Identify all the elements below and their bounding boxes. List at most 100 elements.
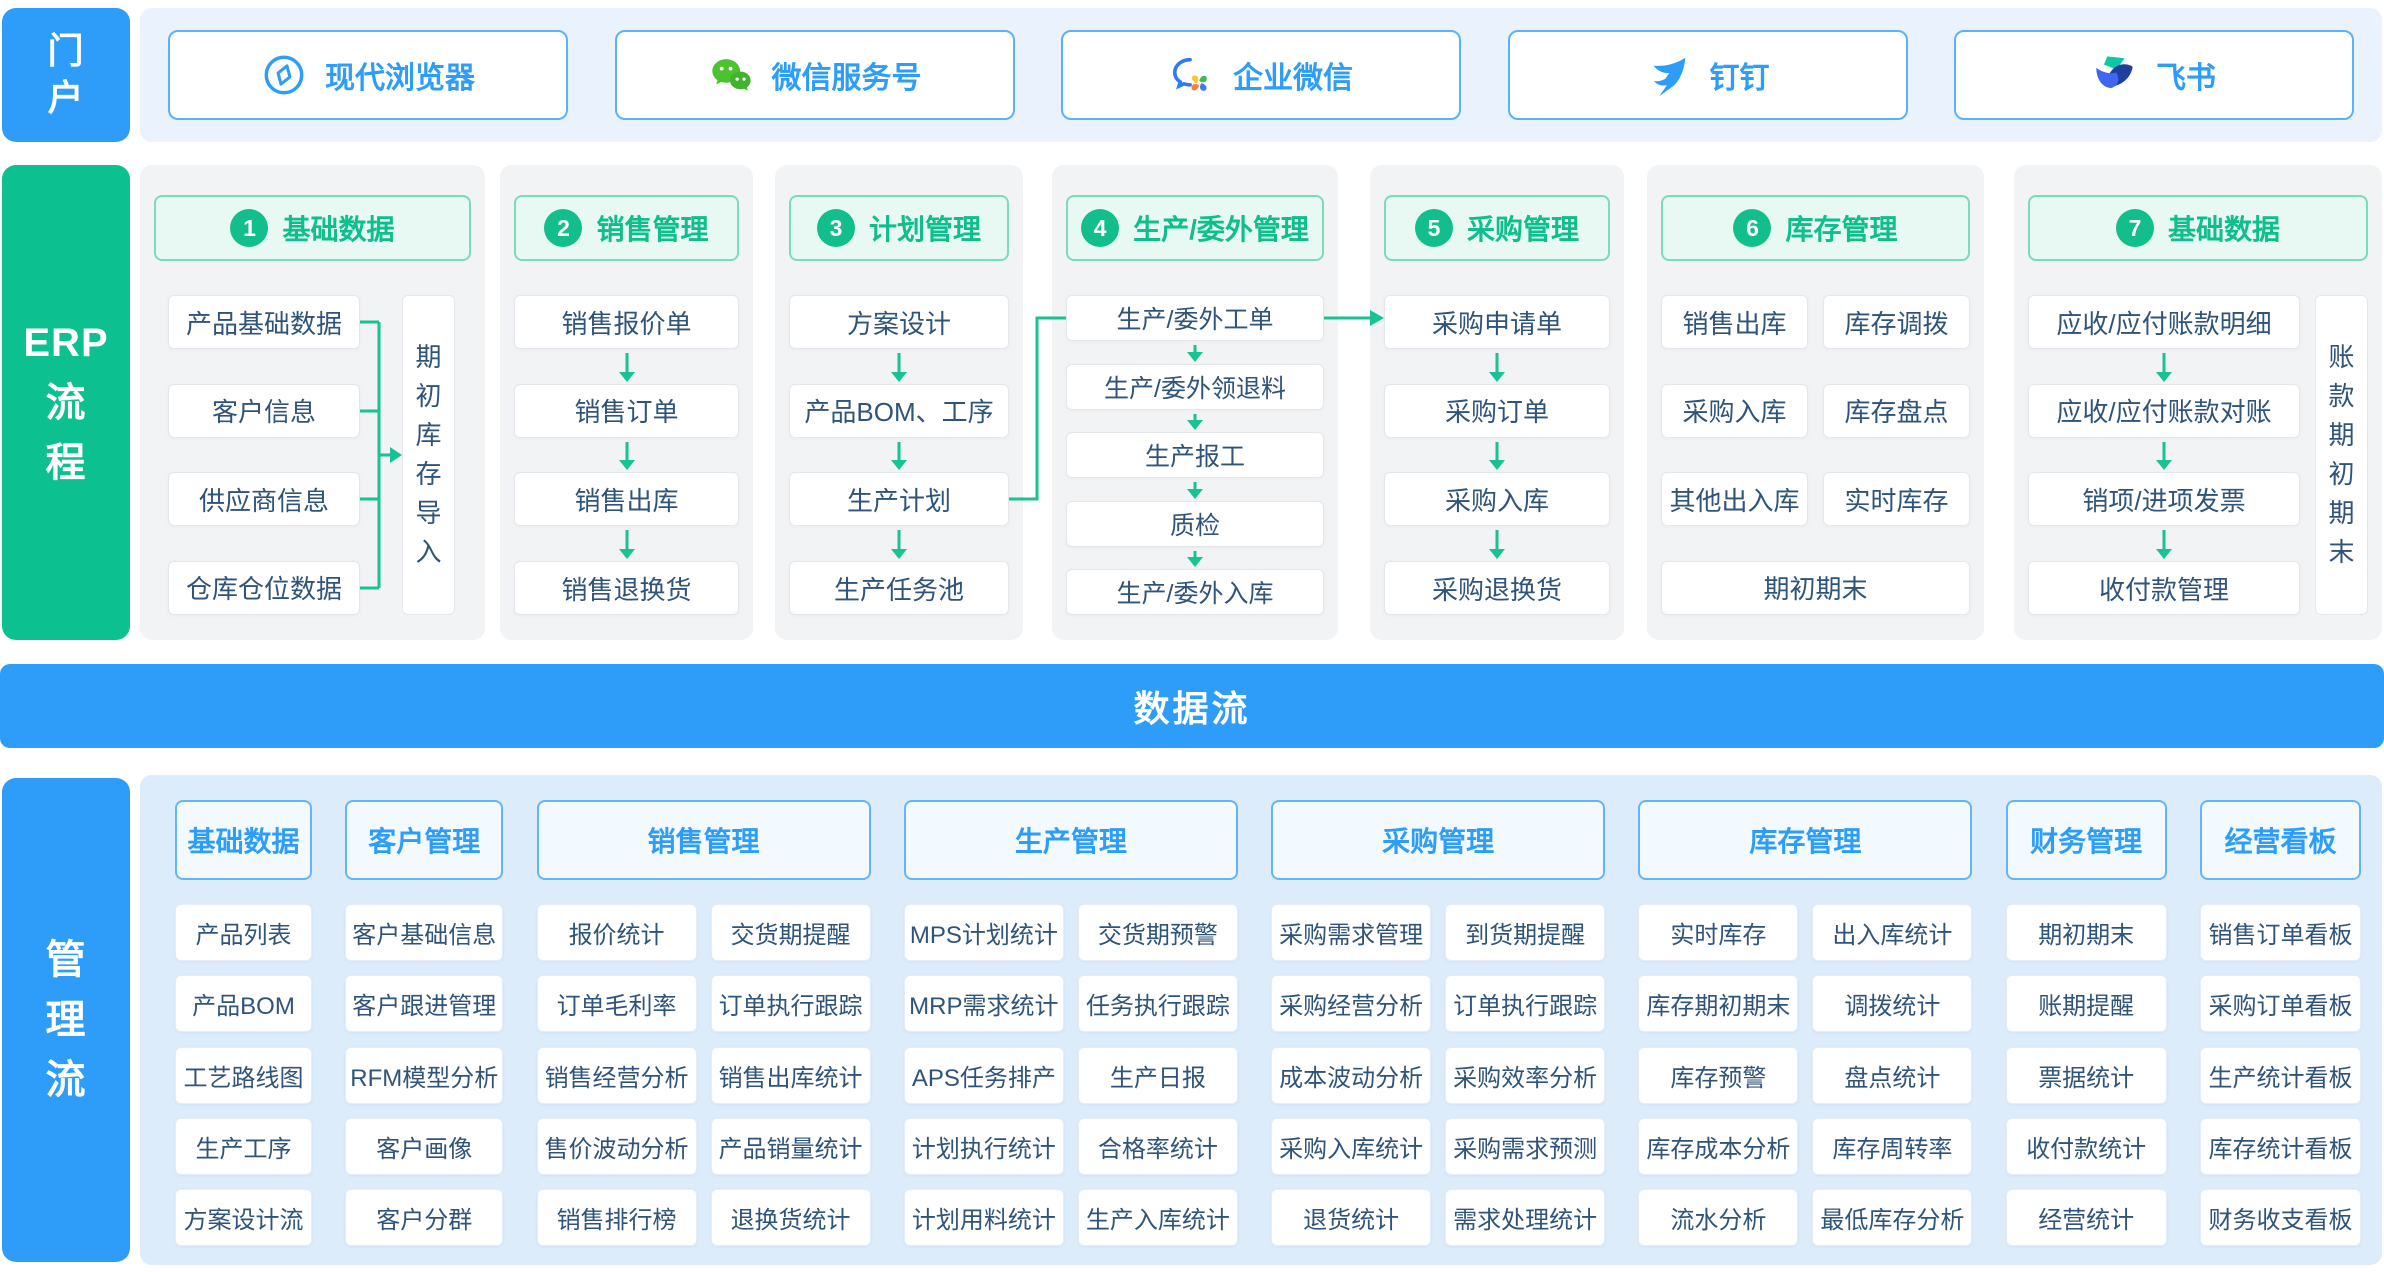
side-label-line: 流 (46, 1050, 87, 1110)
erp-column-header: 4生产/委外管理 (1066, 195, 1324, 261)
erp-step-box: 收付款管理 (2028, 561, 2300, 615)
mgmt-group: 采购管理采购需求管理采购经营分析成本波动分析采购入库统计退货统计到货期提醒订单执… (1271, 800, 1605, 1246)
mgmt-group-body: 实时库存库存期初期末库存预警库存成本分析流水分析出入库统计调拨统计盘点统计库存周… (1638, 904, 1972, 1246)
mgmt-item-box: 客户基础信息 (345, 904, 503, 961)
erp-step-box: 客户信息 (168, 384, 360, 438)
dataflow-label: 数据流 (1133, 680, 1250, 732)
mgmt-group-body: 采购需求管理采购经营分析成本波动分析采购入库统计退货统计到货期提醒订单执行跟踪采… (1271, 904, 1605, 1246)
side-label-line: 理 (46, 990, 87, 1050)
erp-column-header: 1基础数据 (154, 195, 471, 261)
erp-column-title: 计划管理 (869, 208, 981, 248)
portal-item-label: 飞书 (2156, 53, 2216, 97)
erp-step-box: 销售订单 (514, 384, 739, 438)
mgmt-item-box: 库存统计看板 (2200, 1118, 2361, 1175)
sidebar-erp-flow: ERP流程 (2, 165, 130, 640)
mgmt-item-box: 库存预警 (1638, 1047, 1798, 1104)
mgmt-column: 销售订单看板采购订单看板生产统计看板库存统计看板财务收支看板 (2200, 904, 2361, 1246)
mgmt-group: 财务管理期初期末账期提醒票据统计收付款统计经营统计 (2006, 800, 2167, 1246)
erp-column-7: 7基础数据应收/应付账款明细应收/应付账款对账销项/进项发票收付款管理账款期初期… (2014, 165, 2382, 640)
browser-icon (261, 52, 307, 98)
step-number-badge: 5 (1415, 209, 1453, 247)
erp-step-box: 产品基础数据 (168, 295, 360, 349)
mgmt-group-body: 期初期末账期提醒票据统计收付款统计经营统计 (2006, 904, 2167, 1246)
mgmt-item-box: MRP需求统计 (904, 975, 1064, 1032)
mgmt-group-body: 销售订单看板采购订单看板生产统计看板库存统计看板财务收支看板 (2200, 904, 2361, 1246)
erp-column-1: 1基础数据产品基础数据客户信息供应商信息仓库仓位数据期初库存导入 (140, 165, 485, 640)
erp-architecture-diagram: 门户 现代浏览器微信服务号企业微信钉钉飞书 ERP流程 1基础数据产品基础数据客… (0, 0, 2384, 1272)
mgmt-item-box: 退货统计 (1271, 1189, 1431, 1246)
mgmt-item-box: 需求处理统计 (1445, 1189, 1605, 1246)
erp-step-box: 销售出库 (514, 472, 739, 526)
mgmt-column: 期初期末账期提醒票据统计收付款统计经营统计 (2006, 904, 2167, 1246)
erp-column-title: 销售管理 (596, 208, 708, 248)
arrow-down-icon (1066, 341, 1324, 364)
mgmt-column: 报价统计订单毛利率销售经营分析售价波动分析销售排行榜 (537, 904, 697, 1246)
mgmt-column: 交货期提醒订单执行跟踪销售出库统计产品销量统计退换货统计 (711, 904, 871, 1246)
arrow-down-icon (1384, 526, 1610, 561)
mgmt-group-header: 生产管理 (904, 800, 1238, 880)
erp-step-box: 实时库存 (1823, 472, 1970, 526)
portal-item-label: 现代浏览器 (325, 53, 475, 97)
mgmt-item-box: 出入库统计 (1812, 904, 1972, 961)
erp-step-box: 其他出入库 (1661, 472, 1808, 526)
mgmt-item-box: 销售订单看板 (2200, 904, 2361, 961)
erp-step-box: 销售报价单 (514, 295, 739, 349)
erp-flow-area: 产品基础数据客户信息供应商信息仓库仓位数据期初库存导入 (168, 295, 455, 615)
step-number-badge: 2 (544, 209, 582, 247)
mgmt-item-box: 经营统计 (2006, 1189, 2167, 1246)
erp-step-box: 生产/委外工单 (1066, 295, 1324, 341)
portal-panel: 现代浏览器微信服务号企业微信钉钉飞书 (140, 8, 2382, 142)
erp-step-box: 应收/应付账款明细 (2028, 295, 2300, 349)
erp-step-box: 销售退换货 (514, 561, 739, 615)
mgmt-item-box: 交货期提醒 (711, 904, 871, 961)
dataflow-bar: 数据流 (0, 664, 2384, 748)
side-label-line: 户 (47, 75, 84, 122)
mgmt-group-body: 客户基础信息客户跟进管理RFM模型分析客户画像客户分群 (345, 904, 503, 1246)
erp-flow-list: 应收/应付账款明细应收/应付账款对账销项/进项发票收付款管理 (2028, 295, 2300, 615)
erp-flow-area: 方案设计产品BOM、工序生产计划生产任务池 (789, 295, 1009, 615)
mgmt-group-header: 客户管理 (345, 800, 503, 880)
erp-step-box: 销售出库 (1661, 295, 1808, 349)
mgmt-group-header: 经营看板 (2200, 800, 2361, 880)
erp-column-3: 3计划管理方案设计产品BOM、工序生产计划生产任务池 (775, 165, 1023, 640)
mgmt-item-box: 交货期预警 (1078, 904, 1238, 961)
mgmt-column: 交货期预警任务执行跟踪生产日报合格率统计生产入库统计 (1078, 904, 1238, 1246)
portal-item-label: 微信服务号 (772, 53, 922, 97)
erp-column-title: 基础数据 (2168, 208, 2280, 248)
erp-column-title: 库存管理 (1785, 208, 1897, 248)
erp-column-title: 采购管理 (1467, 208, 1579, 248)
erp-step-box: 销项/进项发票 (2028, 472, 2300, 526)
mgmt-item-box: 生产工序 (175, 1118, 312, 1175)
mgmt-group: 基础数据产品列表产品BOM工艺路线图生产工序方案设计流 (175, 800, 312, 1246)
erp-column-header: 6库存管理 (1661, 195, 1970, 261)
erp-step-box: 生产报工 (1066, 432, 1324, 478)
erp-column-header: 2 销售管理 (514, 195, 739, 261)
erp-step-box: 方案设计 (789, 295, 1009, 349)
mgmt-item-box: 成本波动分析 (1271, 1047, 1431, 1104)
side-label-line: 管 (46, 930, 87, 990)
mgmt-column: 实时库存库存期初期末库存预警库存成本分析流水分析 (1638, 904, 1798, 1246)
mgmt-item-box: 调拨统计 (1812, 975, 1972, 1032)
mgmt-item-box: 计划执行统计 (904, 1118, 1064, 1175)
portal-item-browser: 现代浏览器 (168, 30, 568, 120)
erp-step-box: 生产/委外入库 (1066, 569, 1324, 615)
mgmt-item-box: MPS计划统计 (904, 904, 1064, 961)
erp-step-box: 采购申请单 (1384, 295, 1610, 349)
mgmt-group: 库存管理实时库存库存期初期末库存预警库存成本分析流水分析出入库统计调拨统计盘点统… (1638, 800, 1972, 1246)
mgmt-item-box: APS任务排产 (904, 1047, 1064, 1104)
portal-item-wechat: 微信服务号 (615, 30, 1015, 120)
mgmt-item-box: 退换货统计 (711, 1189, 871, 1246)
mgmt-grid: 基础数据产品列表产品BOM工艺路线图生产工序方案设计流客户管理客户基础信息客户跟… (175, 800, 2361, 1246)
side-label-line: 门 (47, 28, 84, 75)
erp-column-title: 基础数据 (282, 208, 394, 248)
erp-step-box: 应收/应付账款对账 (2028, 384, 2300, 438)
mgmt-item-box: 财务收支看板 (2200, 1189, 2361, 1246)
arrow-down-icon (2028, 526, 2300, 561)
mgmt-column: 采购需求管理采购经营分析成本波动分析采购入库统计退货统计 (1271, 904, 1431, 1246)
mgmt-group: 经营看板销售订单看板采购订单看板生产统计看板库存统计看板财务收支看板 (2200, 800, 2361, 1246)
mgmt-item-box: 销售出库统计 (711, 1047, 871, 1104)
erp-step-box: 库存盘点 (1823, 384, 1970, 438)
step-number-badge: 4 (1081, 209, 1119, 247)
mgmt-item-box: 报价统计 (537, 904, 697, 961)
erp-step-box: 仓库仓位数据 (168, 561, 360, 615)
